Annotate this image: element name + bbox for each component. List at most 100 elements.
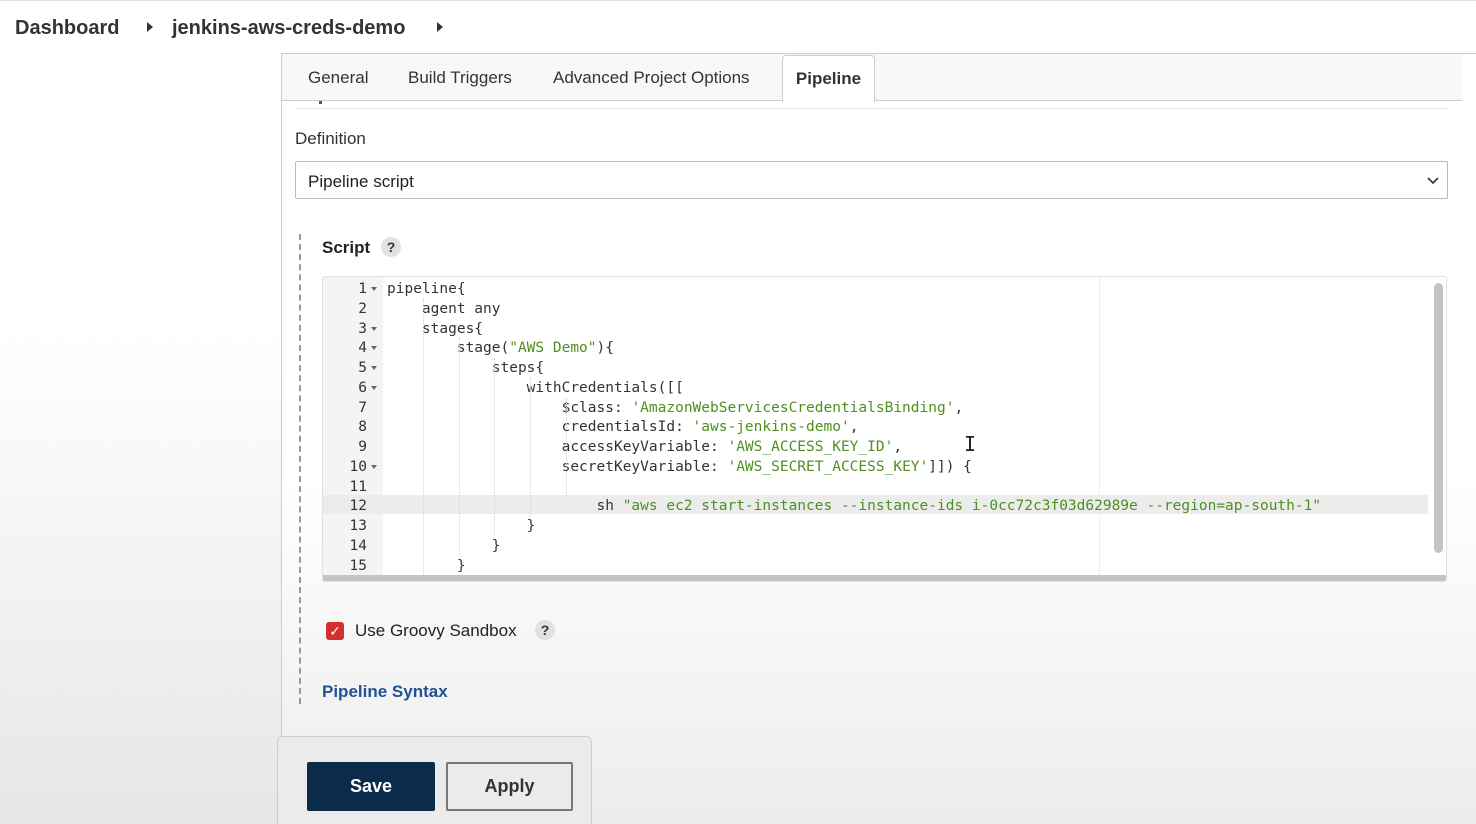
code-text: withCredentials([[ bbox=[387, 379, 684, 396]
code-text: stage("AWS Demo"){ bbox=[387, 338, 614, 358]
code-token: , bbox=[849, 419, 859, 436]
code-text: credentialsId: 'aws-jenkins-demo', bbox=[387, 417, 859, 437]
breadcrumb-job[interactable]: jenkins-aws-creds-demo bbox=[172, 17, 405, 40]
definition-select[interactable]: Pipeline script bbox=[295, 161, 1448, 199]
code-string-literal: 'AWS_ACCESS_KEY_ID' bbox=[727, 439, 894, 455]
code-line: 15 } bbox=[323, 556, 1428, 576]
code-string-literal: 'AWS_SECRET_ACCESS_KEY' bbox=[727, 458, 929, 475]
code-line: 6 withCredentials([[ bbox=[323, 378, 1428, 398]
line-number: 12 bbox=[349, 498, 367, 515]
pipeline-syntax-link[interactable]: Pipeline Syntax bbox=[322, 682, 448, 702]
fold-toggle-icon[interactable] bbox=[371, 464, 377, 469]
chevron-right-icon[interactable] bbox=[437, 22, 443, 32]
vertical-scrollbar[interactable] bbox=[1434, 283, 1443, 553]
indent-guide bbox=[494, 358, 495, 536]
code-token: secretKeyVariable: bbox=[387, 458, 728, 475]
line-number: 7 bbox=[358, 399, 367, 416]
line-number: 3 bbox=[358, 320, 367, 337]
code-line: 13 } bbox=[323, 516, 1428, 536]
code-text: accessKeyVariable: 'AWS_ACCESS_KEY_ID', bbox=[387, 437, 902, 457]
indent-guide bbox=[423, 298, 424, 576]
fold-toggle-icon[interactable] bbox=[371, 346, 377, 351]
breadcrumb-dashboard[interactable]: Dashboard bbox=[15, 17, 119, 40]
line-number: 14 bbox=[349, 537, 367, 554]
tab-advanced-project-options[interactable]: Advanced Project Options bbox=[553, 68, 750, 88]
tab-build-triggers[interactable]: Build Triggers bbox=[408, 68, 512, 88]
script-editor[interactable]: 1 pipeline{2 agent any 3 stages{4 stage("A… bbox=[322, 276, 1447, 582]
code-text: } bbox=[387, 557, 466, 574]
code-line: 7 $class: 'AmazonWebServicesCredentialsB… bbox=[323, 398, 1428, 418]
chevron-down-icon bbox=[1427, 173, 1439, 188]
line-number: 2 bbox=[358, 300, 367, 317]
indent-guide bbox=[566, 397, 567, 497]
code-text: stages{ bbox=[387, 320, 484, 337]
tab-pipeline[interactable]: Pipeline bbox=[782, 55, 875, 102]
help-icon[interactable]: ? bbox=[381, 237, 401, 257]
indent-guide bbox=[459, 338, 460, 556]
divider bbox=[319, 101, 322, 104]
config-panel: General Build Triggers Advanced Project … bbox=[281, 53, 1476, 824]
line-number: 10 bbox=[349, 458, 367, 475]
fold-toggle-icon[interactable] bbox=[371, 385, 377, 390]
code-token: , bbox=[954, 399, 964, 416]
section-divider bbox=[299, 234, 301, 704]
code-text: agent any bbox=[387, 300, 501, 317]
code-line: 14 } bbox=[323, 536, 1428, 556]
line-number: 5 bbox=[358, 360, 367, 376]
fold-toggle-icon[interactable] bbox=[371, 366, 377, 370]
save-button[interactable]: Save bbox=[307, 762, 435, 811]
code-string-literal: 'aws-jenkins-demo' bbox=[692, 419, 850, 436]
groovy-sandbox-checkbox[interactable]: ✓ bbox=[326, 622, 344, 640]
sidebar bbox=[0, 54, 281, 824]
code-line: 1 pipeline{ bbox=[323, 279, 1428, 299]
tab-general[interactable]: General bbox=[308, 68, 368, 88]
code-line: 5 steps{ bbox=[323, 358, 1428, 378]
help-icon[interactable]: ? bbox=[535, 620, 555, 640]
code-line: 9 accessKeyVariable: 'AWS_ACCESS_KEY_ID'… bbox=[323, 437, 1428, 457]
code-string-literal: "AWS Demo" bbox=[509, 340, 597, 357]
fold-toggle-icon[interactable] bbox=[371, 287, 377, 291]
code-token: credentialsId: bbox=[387, 419, 693, 436]
groovy-sandbox-label: Use Groovy Sandbox bbox=[355, 621, 517, 640]
code-text: $class: 'AmazonWebServicesCredentialsBin… bbox=[387, 398, 964, 418]
divider bbox=[295, 108, 1447, 109]
code-text: secretKeyVariable: 'AWS_SECRET_ACCESS_KE… bbox=[387, 457, 972, 477]
code-line: 3 stages{ bbox=[323, 319, 1428, 339]
chevron-right-icon[interactable] bbox=[147, 22, 153, 32]
line-number: 9 bbox=[358, 439, 367, 455]
code-token: ){ bbox=[596, 340, 614, 357]
line-number: 6 bbox=[358, 379, 367, 396]
code-text: } bbox=[387, 518, 536, 534]
line-number: 8 bbox=[358, 419, 367, 436]
code-line: 10 secretKeyVariable: 'AWS_SECRET_ACCESS… bbox=[323, 457, 1428, 477]
code-line: 2 agent any bbox=[323, 299, 1428, 319]
horizontal-scrollbar[interactable] bbox=[323, 575, 1446, 581]
code-token: stage( bbox=[387, 340, 510, 357]
breadcrumb: Dashboard jenkins-aws-creds-demo bbox=[0, 0, 1476, 54]
line-number: 4 bbox=[358, 340, 367, 357]
definition-label: Definition bbox=[295, 129, 366, 148]
apply-button[interactable]: Apply bbox=[446, 762, 573, 811]
code-line: 12 sh "aws ec2 start-instances --instanc… bbox=[323, 496, 1428, 516]
code-string-literal: 'AmazonWebServicesCredentialsBinding' bbox=[631, 399, 955, 416]
script-label: Script bbox=[322, 238, 371, 257]
definition-selected-value: Pipeline script bbox=[308, 172, 414, 191]
line-number: 15 bbox=[349, 557, 367, 574]
line-number: 1 bbox=[358, 281, 367, 297]
code-text: steps{ bbox=[387, 360, 545, 376]
indent-guide bbox=[530, 377, 531, 516]
code-string-literal: "aws ec2 start-instances --instance-ids … bbox=[622, 498, 1322, 515]
code-line: 11 bbox=[323, 477, 1428, 497]
code-token: accessKeyVariable: bbox=[387, 439, 728, 455]
fold-toggle-icon[interactable] bbox=[371, 326, 377, 331]
code-text: pipeline{ bbox=[387, 281, 466, 297]
ibeam-cursor-icon: I bbox=[964, 432, 977, 456]
code-line: 8 credentialsId: 'aws-jenkins-demo', bbox=[323, 417, 1428, 437]
code-token: , bbox=[893, 439, 903, 455]
code-text: sh "aws ec2 start-instances --instance-i… bbox=[387, 496, 1322, 516]
line-number: 11 bbox=[349, 478, 367, 495]
code-token: ]]) { bbox=[928, 458, 972, 475]
code-text: } bbox=[387, 537, 501, 554]
code-line: 4 stage("AWS Demo"){ bbox=[323, 338, 1428, 358]
line-number: 13 bbox=[349, 518, 367, 534]
